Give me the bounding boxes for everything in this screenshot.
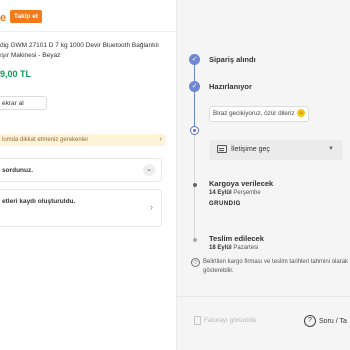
chat-icon <box>217 145 227 153</box>
question-answer-label: Soru / Ta <box>319 317 347 325</box>
product-price: 9,00 TL <box>0 69 32 79</box>
brand-fragment: e <box>0 12 7 24</box>
estimate-info-text: Belirtilen kargo firması ve teslim tarih… <box>203 259 349 274</box>
step-to-be-delivered: Teslim edilecek <box>209 234 264 243</box>
delivery-date-day: 18 Eylül <box>209 245 232 251</box>
product-name[interactable]: dig GWM 27101 D 7 kg 1000 Devir Bluetoot… <box>0 41 170 61</box>
check-icon: ✓ <box>189 54 200 65</box>
question-card-text: sordunuz. <box>2 167 34 174</box>
timeline-dot <box>193 183 197 187</box>
carrier-logo: GRUNDIG <box>209 201 241 207</box>
shipment-timeline-panel: ✓ Sipariş alındı ✓ Hazırlanıyor Biraz ge… <box>176 0 350 350</box>
step-order-received: Sipariş alındı <box>209 55 256 64</box>
divider <box>0 31 176 32</box>
question-answer-button[interactable]: ? Soru / Ta <box>304 315 347 327</box>
caret-down-icon: ▼ <box>328 146 334 152</box>
contact-label: İletişime geç <box>231 146 270 153</box>
chevron-right-icon: › <box>150 202 153 212</box>
notice-banner[interactable]: lumda dikkat etmeniz gerekenler › <box>0 134 166 146</box>
check-icon: ✓ <box>189 81 200 92</box>
timeline-dot <box>193 238 197 242</box>
ship-weekday: Perşembe <box>233 190 261 196</box>
delay-message: Biraz gecikiyoruz, özür dileriz ☺ <box>209 106 310 122</box>
view-invoice-label: Faturayı görüntüle <box>204 317 257 325</box>
support-record-card[interactable]: etleri kaydı oluşturuldu. › <box>0 189 162 227</box>
ship-date-day: 14 Eylül <box>209 190 232 196</box>
question-icon: ? <box>304 315 316 327</box>
current-step-marker <box>190 126 199 135</box>
document-icon <box>194 316 201 325</box>
chevron-right-icon: › <box>159 136 162 143</box>
ship-date: 14 Eylül Perşembe <box>209 190 261 196</box>
clock-icon: ◷ <box>191 258 200 267</box>
estimate-info: ◷ Belirtilen kargo firması ve teslim tar… <box>191 258 350 276</box>
step-preparing: Hazırlanıyor <box>209 82 252 91</box>
smile-emoji-icon: ☺ <box>297 109 306 118</box>
delivery-weekday: Pazartesi <box>233 245 259 251</box>
view-invoice-button[interactable]: Faturayı görüntüle <box>194 316 257 325</box>
chevron-down-icon[interactable]: ⌄ <box>143 164 155 176</box>
delay-message-text: Biraz gecikiyoruz, özür dileriz <box>213 110 295 117</box>
support-record-text: etleri kaydı oluşturuldu. <box>2 198 76 205</box>
delivery-date: 18 Eylül Pazartesi <box>209 245 258 251</box>
contact-dropdown[interactable]: İletişime geç ▼ <box>209 140 343 160</box>
follow-button[interactable]: Takip et <box>10 10 43 23</box>
timeline-progress-line <box>194 58 195 130</box>
step-to-be-shipped: Kargoya verilecek <box>209 179 274 188</box>
buy-again-button[interactable]: ekrar al <box>0 96 47 110</box>
order-detail-left-panel: e Takip et dig GWM 27101 D 7 kg 1000 Dev… <box>0 0 176 350</box>
question-card[interactable]: sordunuz. ⌄ <box>0 158 162 182</box>
notice-text: lumda dikkat etmeniz gerekenler <box>2 137 89 143</box>
divider <box>177 296 350 297</box>
